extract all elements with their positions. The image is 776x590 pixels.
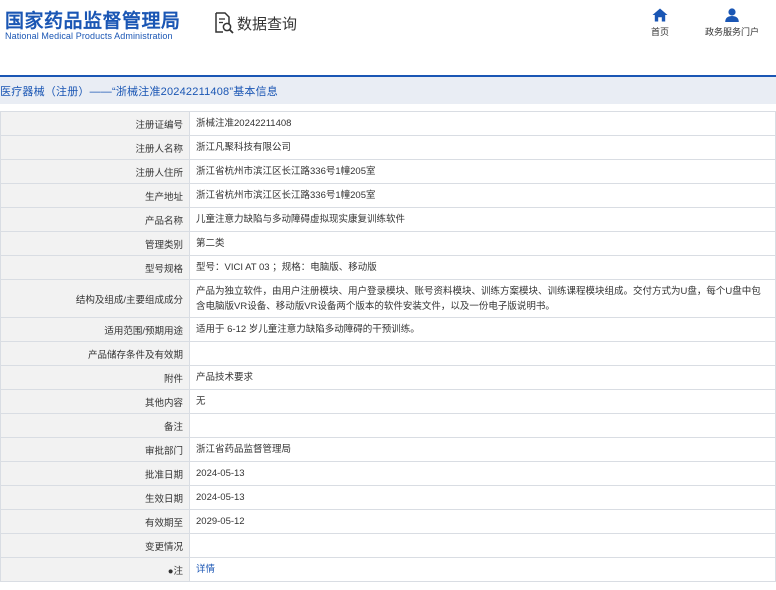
table-row: 其他内容 无 <box>0 389 776 414</box>
table-row: 有效期至 2029-05-12 <box>0 509 776 534</box>
table-row: 附件 产品技术要求 <box>0 365 776 390</box>
table-row: 变更情况 <box>0 533 776 558</box>
nav-service-portal[interactable]: 政务服务门户 <box>697 8 767 38</box>
row-value-approval-dept: 浙江省药品监督管理局 <box>189 437 776 462</box>
table-row: 注册证编号 浙械注准20242211408 <box>0 111 776 136</box>
table-row: 产品储存条件及有效期 <box>0 341 776 366</box>
row-label-registrant-name: 注册人名称 <box>0 135 190 160</box>
row-label-storage: 产品储存条件及有效期 <box>0 341 190 366</box>
row-label-attachment: 附件 <box>0 365 190 390</box>
row-value-registrant-address: 浙江省杭州市滨江区长江路336号1幢205室 <box>189 159 776 184</box>
row-value-model-spec: 型号：VICI AT 03 ；规格：电脑版、移动版 <box>189 255 776 280</box>
row-value-effective-date: 2024-05-13 <box>189 485 776 510</box>
row-value-structure: 产品为独立软件，由用户注册模块、用户登录模块、账号资料模块、训练方案模块、训练课… <box>189 279 776 318</box>
nav-home[interactable]: 首页 <box>645 8 675 38</box>
table-row: 备注 <box>0 413 776 438</box>
row-value-cert-number: 浙械注准20242211408 <box>189 111 776 136</box>
row-value-product-name: 儿童注意力缺陷与多动障碍虚拟现实康复训练软件 <box>189 207 776 232</box>
table-row: 管理类别 第二类 <box>0 231 776 256</box>
record-title-bar: 医疗器械（注册）——“浙械注准20242211408”基本信息 <box>0 75 776 104</box>
home-icon <box>645 8 675 22</box>
table-row: 结构及组成/主要组成成分 产品为独立软件，由用户注册模块、用户登录模块、账号资料… <box>0 279 776 318</box>
table-row: 适用范围/预期用途 适用于 6-12 岁儿童注意力缺陷多动障碍的干预训练。 <box>0 317 776 342</box>
row-label-effective-date: 生效日期 <box>0 485 190 510</box>
nav-home-label: 首页 <box>650 27 669 37</box>
nav-service-label: 政务服务门户 <box>704 27 759 37</box>
row-value-production-address: 浙江省杭州市滨江区长江路336号1幢205室 <box>189 183 776 208</box>
row-label-remarks: 备注 <box>0 413 190 438</box>
site-logo-title[interactable]: 国家药品监督管理局 <box>5 6 181 33</box>
table-row: 批准日期 2024-05-13 <box>0 461 776 486</box>
row-label-cert-number: 注册证编号 <box>0 111 190 136</box>
record-title: 医疗器械（注册）——“浙械注准20242211408”基本信息 <box>0 86 279 98</box>
table-row: 注册人住所 浙江省杭州市滨江区长江路336号1幢205室 <box>0 159 776 184</box>
document-search-icon <box>214 12 234 34</box>
registration-info-table: 注册证编号 浙械注准20242211408 注册人名称 浙江凡聚科技有限公司 注… <box>0 111 776 582</box>
row-label-intended-use: 适用范围/预期用途 <box>0 317 190 342</box>
row-label-structure: 结构及组成/主要组成成分 <box>0 279 190 318</box>
table-row: ●注 详情 <box>0 557 776 582</box>
row-value-remarks <box>189 413 776 438</box>
row-value-note: 详情 <box>189 557 776 582</box>
row-value-storage <box>189 341 776 366</box>
row-value-registrant-name: 浙江凡聚科技有限公司 <box>189 135 776 160</box>
data-query-link[interactable]: 数据查询 <box>214 10 297 36</box>
table-row: 注册人名称 浙江凡聚科技有限公司 <box>0 135 776 160</box>
table-row: 产品名称 儿童注意力缺陷与多动障碍虚拟现实康复训练软件 <box>0 207 776 232</box>
row-label-management-category: 管理类别 <box>0 231 190 256</box>
site-logo-subtitle[interactable]: National Medical Products Administration <box>5 31 173 41</box>
details-link[interactable]: 详情 <box>196 564 215 575</box>
row-label-approval-date: 批准日期 <box>0 461 190 486</box>
table-row: 审批部门 浙江省药品监督管理局 <box>0 437 776 462</box>
row-label-note: ●注 <box>0 557 190 582</box>
row-label-model-spec: 型号规格 <box>0 255 190 280</box>
row-value-other: 无 <box>189 389 776 414</box>
row-value-management-category: 第二类 <box>189 231 776 256</box>
row-label-production-address: 生产地址 <box>0 183 190 208</box>
row-label-registrant-address: 注册人住所 <box>0 159 190 184</box>
row-value-changes <box>189 533 776 558</box>
row-value-attachment: 产品技术要求 <box>189 365 776 390</box>
table-row: 生产地址 浙江省杭州市滨江区长江路336号1幢205室 <box>0 183 776 208</box>
user-icon <box>697 8 767 22</box>
table-row: 型号规格 型号：VICI AT 03 ；规格：电脑版、移动版 <box>0 255 776 280</box>
table-row: 生效日期 2024-05-13 <box>0 485 776 510</box>
row-label-product-name: 产品名称 <box>0 207 190 232</box>
data-query-label: 数据查询 <box>237 15 298 33</box>
row-value-intended-use: 适用于 6-12 岁儿童注意力缺陷多动障碍的干预训练。 <box>189 317 776 342</box>
site-header: 国家药品监督管理局 National Medical Products Admi… <box>0 0 776 62</box>
row-value-valid-until: 2029-05-12 <box>189 509 776 534</box>
row-label-approval-dept: 审批部门 <box>0 437 190 462</box>
row-label-valid-until: 有效期至 <box>0 509 190 534</box>
row-label-changes: 变更情况 <box>0 533 190 558</box>
row-value-approval-date: 2024-05-13 <box>189 461 776 486</box>
row-label-other: 其他内容 <box>0 389 190 414</box>
